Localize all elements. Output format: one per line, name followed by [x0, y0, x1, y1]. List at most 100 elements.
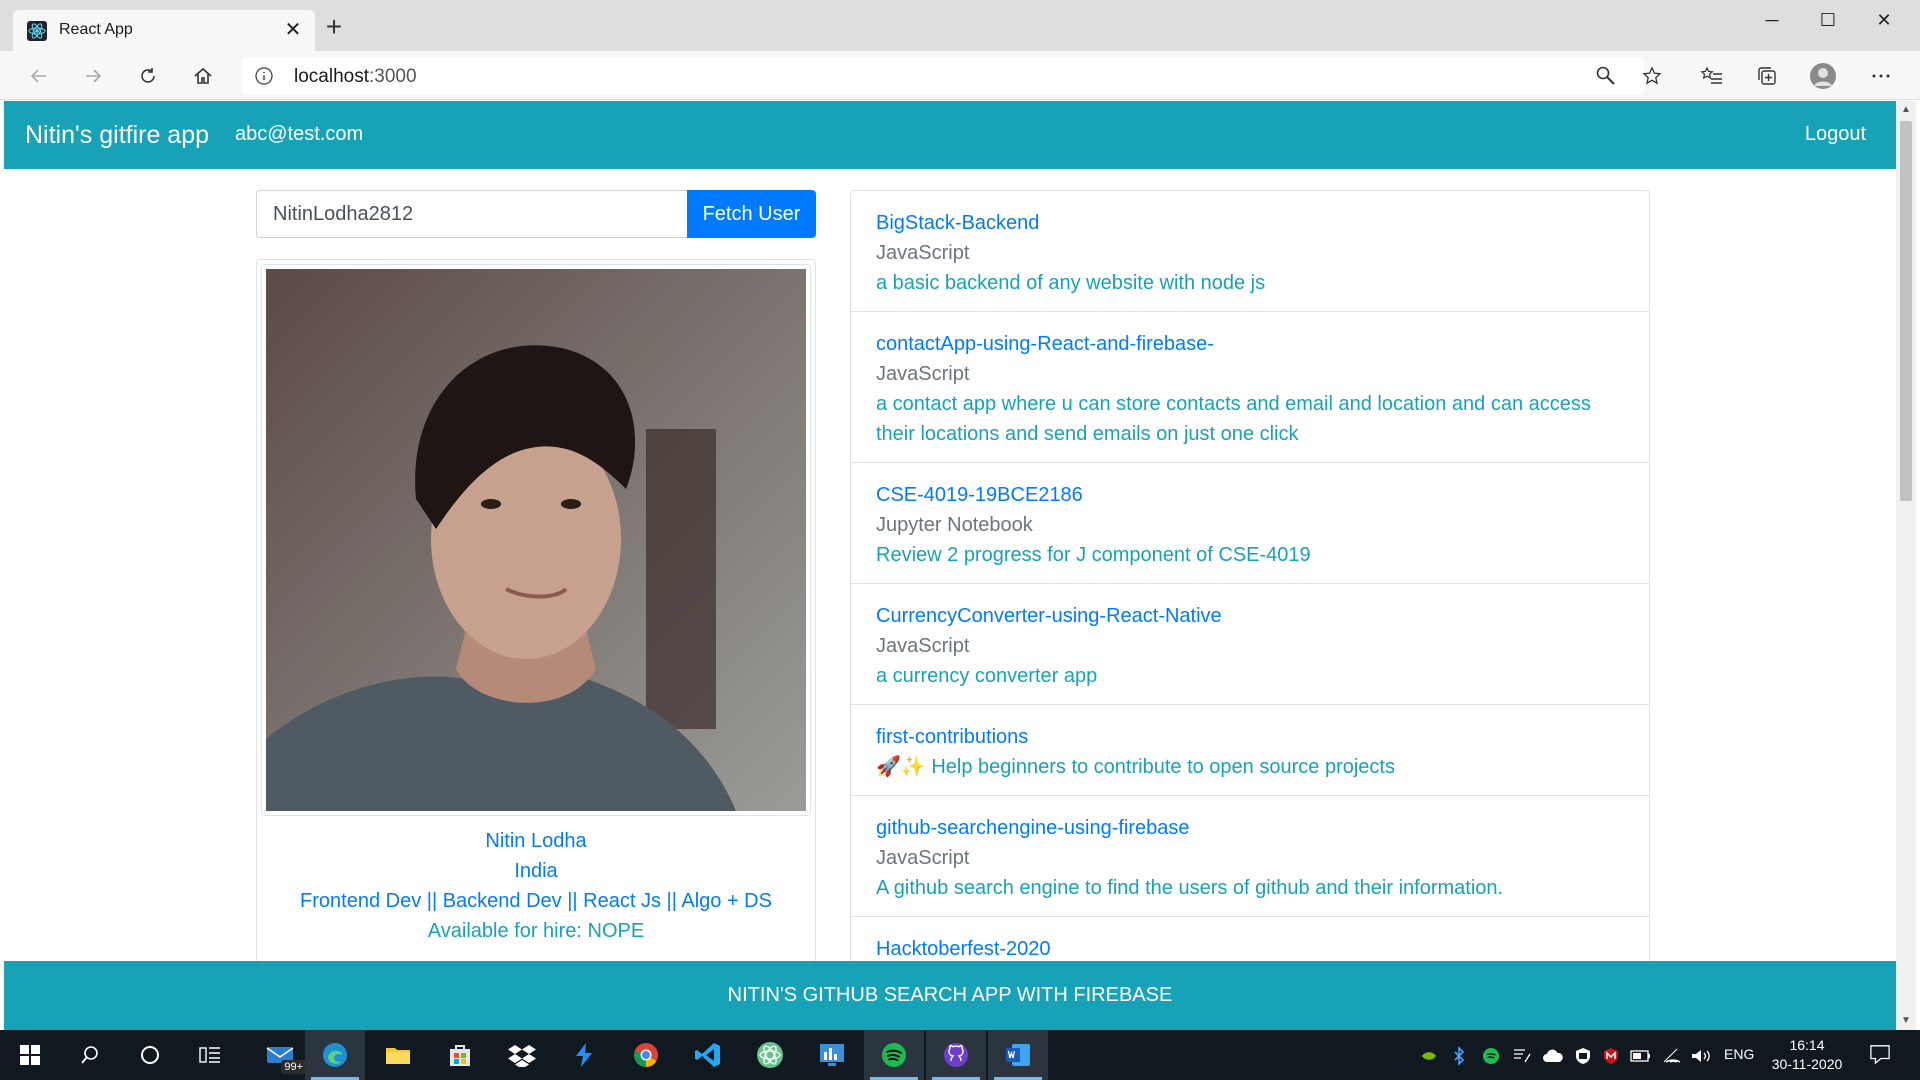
repo-item: CurrencyConverter-using-React-Native Jav… [851, 584, 1649, 705]
new-tab-icon[interactable]: + [320, 13, 348, 42]
repo-name-link[interactable]: Hacktoberfest-2020 [876, 934, 1624, 964]
nvidia-icon[interactable] [1420, 1046, 1438, 1066]
mail-badge: 99+ [281, 1060, 306, 1074]
chrome-icon[interactable] [616, 1030, 676, 1080]
repo-item: contactApp-using-React-and-firebase- Jav… [851, 312, 1649, 463]
fetch-user-button[interactable]: Fetch User [687, 190, 816, 238]
store-icon[interactable] [430, 1030, 490, 1080]
scroll-thumb[interactable] [1900, 121, 1912, 501]
refresh-icon[interactable] [133, 61, 163, 91]
tab-title: React App [59, 21, 133, 38]
repo-language: Jupyter Notebook [876, 514, 1033, 536]
notification-icon[interactable] [1868, 1044, 1892, 1064]
browser-titlebar: React App ✕ + ─ ☐ ✕ [0, 0, 1920, 51]
github-username-input[interactable] [256, 190, 690, 238]
repo-description: Review 2 progress for J component of CSE… [876, 544, 1311, 566]
avatar-frame [261, 264, 811, 816]
scroll-down-icon[interactable]: ▼ [1896, 1012, 1916, 1030]
repo-description: a contact app where u can store contacts… [876, 393, 1591, 445]
battery-icon[interactable] [1630, 1046, 1652, 1066]
url-text[interactable]: localhost:3000 [294, 66, 417, 88]
user-bio: Frontend Dev || Backend Dev || React Js … [300, 890, 772, 912]
repo-name-link[interactable]: BigStack-Backend [876, 208, 1624, 238]
repo-language: JavaScript [876, 847, 970, 869]
repo-description: a currency converter app [876, 665, 1098, 687]
repo-item: BigStack-Backend JavaScript a basic back… [851, 191, 1649, 312]
logout-link[interactable]: Logout [1805, 123, 1866, 146]
wifi-icon[interactable] [1662, 1046, 1682, 1066]
app-brand[interactable]: Nitin's gitfire app [25, 121, 209, 150]
back-icon[interactable] [24, 61, 54, 91]
page-scrollbar[interactable]: ▲ ▼ [1896, 101, 1916, 1030]
forward-icon[interactable] [78, 61, 108, 91]
mail-icon[interactable]: 99+ [250, 1030, 310, 1080]
window-close-icon[interactable]: ✕ [1856, 0, 1912, 40]
repo-language: JavaScript [876, 242, 970, 264]
zoom-icon[interactable] [1591, 61, 1621, 91]
spotify-tray-icon[interactable] [1482, 1046, 1500, 1066]
more-options-icon[interactable] [1866, 61, 1896, 91]
onedrive-icon[interactable] [1542, 1046, 1564, 1066]
vscode-icon[interactable] [678, 1030, 738, 1080]
tab-close-icon[interactable]: ✕ [281, 18, 305, 42]
user-avatar [266, 269, 806, 811]
repo-name-link[interactable]: CurrencyConverter-using-React-Native [876, 601, 1624, 631]
app-navbar: Nitin's gitfire app abc@test.com Logout [4, 101, 1896, 169]
search-icon[interactable] [60, 1030, 120, 1080]
favorites-list-icon[interactable] [1697, 61, 1727, 91]
app-footer: NITIN'S GITHUB SEARCH APP WITH FIREBASE [4, 961, 1896, 1030]
cortana-icon[interactable] [120, 1030, 180, 1080]
repo-item: first-contributions 🚀✨ Help beginners to… [851, 705, 1649, 796]
scroll-up-icon[interactable]: ▲ [1896, 101, 1916, 119]
system-clock[interactable]: 16:14 30-11-2020 [1764, 1036, 1850, 1074]
clock-time: 16:14 [1789, 1037, 1825, 1053]
repo-name-link[interactable]: first-contributions [876, 722, 1624, 752]
repo-name-link[interactable]: github-searchengine-using-firebase [876, 813, 1624, 843]
repo-list: BigStack-Backend JavaScript a basic back… [850, 190, 1650, 979]
input-language[interactable]: ENG [1724, 1046, 1754, 1066]
volume-icon[interactable] [1690, 1046, 1712, 1066]
task-view-icon[interactable] [180, 1030, 240, 1080]
github-desktop-icon[interactable] [926, 1030, 986, 1080]
browser-toolbar: localhost:3000 [0, 51, 1920, 100]
page-viewport: Nitin's gitfire app abc@test.com Logout … [4, 101, 1896, 1030]
user-email: abc@test.com [235, 123, 364, 145]
dropbox-icon[interactable] [492, 1030, 552, 1080]
windows-taskbar: 99+ ENG 16:14 30-11-2020 [0, 1030, 1920, 1080]
file-explorer-icon[interactable] [368, 1030, 428, 1080]
security-shield-icon[interactable] [1574, 1046, 1592, 1066]
address-bar[interactable]: localhost:3000 [242, 57, 1644, 95]
clock-date: 30-11-2020 [1771, 1056, 1843, 1072]
browser-tab[interactable]: React App ✕ [13, 10, 315, 51]
edge-browser-icon[interactable] [305, 1030, 365, 1080]
atom-icon[interactable] [740, 1030, 800, 1080]
user-name: Nitin Lodha [485, 830, 587, 852]
user-card: Nitin Lodha India Frontend Dev || Backen… [256, 259, 816, 1030]
repo-item: github-searchengine-using-firebase JavaS… [851, 796, 1649, 917]
spotify-icon[interactable] [864, 1030, 924, 1080]
minimize-icon[interactable]: ─ [1744, 0, 1800, 40]
mcafee-icon[interactable] [1602, 1046, 1620, 1066]
bluetooth-icon[interactable] [1452, 1046, 1466, 1066]
profile-avatar[interactable] [1808, 61, 1838, 91]
monitor-app-icon[interactable] [802, 1030, 862, 1080]
home-icon[interactable] [188, 61, 218, 91]
info-icon[interactable] [254, 66, 274, 86]
repo-language: JavaScript [876, 635, 970, 657]
visual-studio-installer-icon[interactable] [554, 1030, 614, 1080]
favorite-star-icon[interactable] [1637, 61, 1667, 91]
notes-icon[interactable] [1512, 1046, 1532, 1066]
word-icon[interactable] [988, 1030, 1048, 1080]
repo-description: a basic backend of any website with node… [876, 272, 1266, 294]
repo-name-link[interactable]: CSE-4019-19BCE2186 [876, 480, 1624, 510]
maximize-icon[interactable]: ☐ [1800, 0, 1856, 40]
collections-icon[interactable] [1752, 61, 1782, 91]
repo-name-link[interactable]: contactApp-using-React-and-firebase- [876, 329, 1624, 359]
repo-item: CSE-4019-19BCE2186 Jupyter Notebook Revi… [851, 463, 1649, 584]
user-hireable: Available for hire: NOPE [427, 920, 645, 942]
user-location: India [514, 860, 558, 882]
user-info: Nitin Lodha India Frontend Dev || Backen… [257, 826, 815, 946]
windows-start-icon[interactable] [0, 1030, 60, 1080]
repo-language: JavaScript [876, 363, 970, 385]
repo-description: A github search engine to find the users… [876, 877, 1504, 899]
